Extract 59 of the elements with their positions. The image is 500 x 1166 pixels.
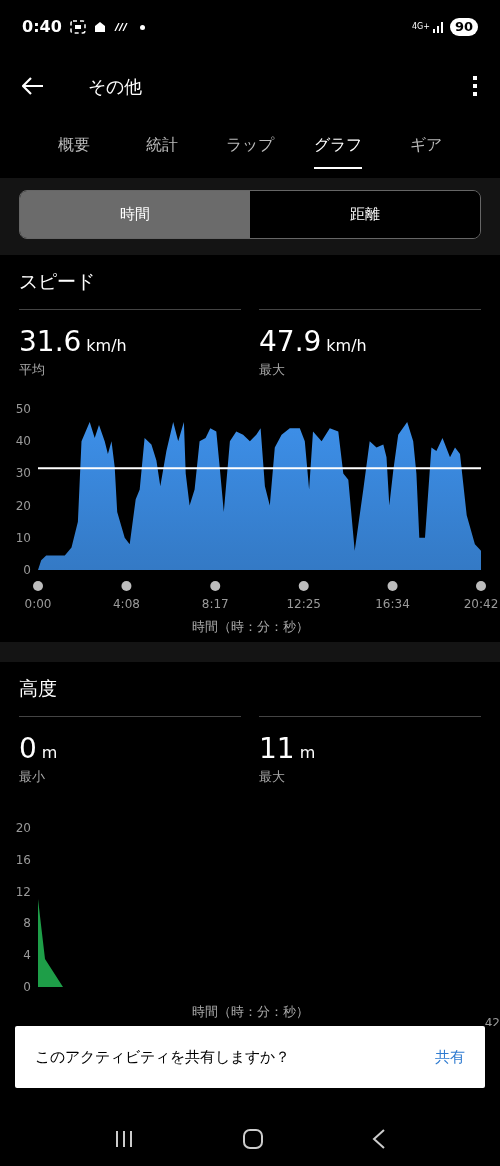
axis-tick-dot (387, 580, 398, 591)
stat-value: 0 (19, 732, 37, 765)
axis-tick-dot (210, 580, 221, 591)
screenshot-icon (69, 20, 86, 34)
share-link[interactable]: 共有 (435, 1045, 465, 1069)
axis-tick-dot (476, 580, 486, 591)
axis-tick-label: 30 (15, 465, 31, 480)
axis-tick-dot (33, 580, 43, 591)
status-time: 0:40 (22, 16, 62, 38)
axis-tick-dot (298, 580, 309, 591)
tab[interactable]: グラフ (294, 118, 382, 178)
axis-tick-label: 4 (23, 948, 31, 963)
axis-tick-label: 20 (15, 821, 31, 835)
axis-tick-label: 10 (15, 530, 31, 545)
stat-unit: km/h (86, 335, 127, 357)
axis-tick-label: 40 (15, 433, 31, 448)
section-title: 高度 (19, 675, 58, 701)
more-menu-icon[interactable] (472, 75, 478, 97)
axis-tick-label: 12:25 (286, 596, 322, 611)
tab[interactable]: 統計 (118, 118, 206, 178)
tab[interactable]: ギア (382, 118, 470, 178)
axis-tick-label: 8 (23, 916, 31, 931)
axis-tick-label: 8:17 (201, 596, 229, 611)
stat-label: 最大 (259, 361, 286, 379)
stat-unit: m (299, 741, 316, 764)
axis-tick-label: 20 (15, 498, 31, 513)
stat-unit: km/h (326, 335, 367, 357)
axis-tick-dot (121, 580, 132, 591)
section-title: スピード (19, 269, 96, 294)
axis-tick-label: 12 (15, 884, 31, 899)
stat-label: 最大 (259, 767, 286, 786)
tab[interactable]: ラップ (206, 118, 294, 178)
axis-tick-label: 0:00 (24, 596, 52, 611)
axis-tick-label: 0 (23, 562, 31, 577)
snackbar-message: このアクティビティを共有しますか？ (35, 1046, 290, 1068)
stat-label: 最小 (19, 767, 46, 786)
recent-apps-icon[interactable] (114, 1130, 135, 1148)
back-icon[interactable] (371, 1129, 386, 1149)
page-title: その他 (88, 74, 142, 99)
tab[interactable]: 概要 (30, 118, 118, 178)
stat-value: 31.6 (19, 326, 82, 358)
home-icon[interactable] (243, 1129, 263, 1149)
stat-unit: m (41, 741, 58, 764)
axis-tick-label: 4:08 (113, 596, 140, 611)
stripes-icon (113, 23, 128, 31)
segment-button[interactable]: 時間 (20, 191, 250, 238)
axis-tick-label: 0 (23, 980, 31, 994)
stat-value: 11 (259, 732, 295, 765)
segment-button[interactable]: 距離 (250, 191, 480, 238)
axis-tick-label: 50 (15, 401, 31, 416)
axis-tick-label: 16 (15, 852, 31, 867)
battery-indicator: 90 (449, 18, 478, 36)
axis-title: 時間（時：分：秒） (190, 617, 310, 636)
signal-icon (431, 21, 444, 33)
axis-tick-label: 16:34 (375, 596, 410, 611)
axis-tick-label: 20:42 (463, 596, 499, 611)
stat-value: 47.9 (259, 326, 322, 358)
stat-label: 平均 (19, 361, 46, 379)
back-arrow-icon[interactable] (22, 77, 44, 95)
